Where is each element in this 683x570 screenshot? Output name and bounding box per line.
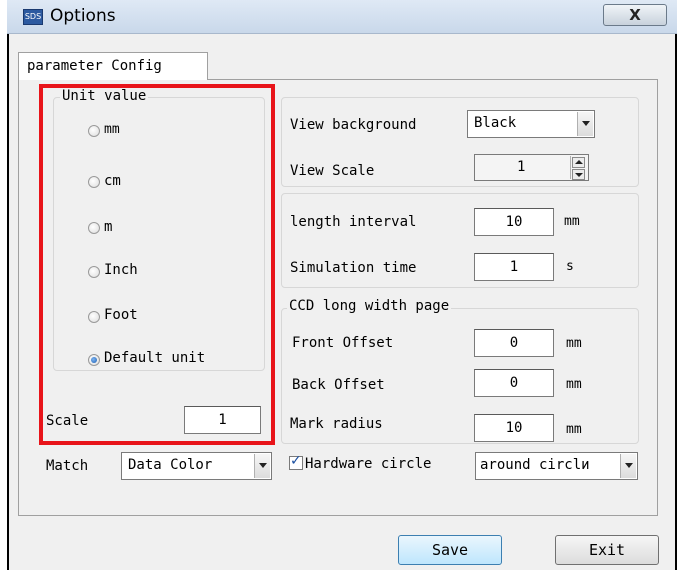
- mark-radius-input[interactable]: 10: [474, 414, 554, 442]
- view-scale-spinner[interactable]: 1: [474, 154, 589, 181]
- chevron-down-icon[interactable]: [620, 454, 636, 478]
- match-select[interactable]: Data Color: [121, 452, 272, 480]
- front-offset-unit: mm: [566, 336, 582, 351]
- chevron-down-icon[interactable]: [577, 112, 593, 136]
- hardware-circle-value: around circlи: [480, 457, 590, 473]
- back-offset-unit: mm: [566, 377, 582, 392]
- spinner-buttons: [570, 156, 587, 180]
- length-interval-unit: mm: [564, 214, 580, 229]
- front-offset-input[interactable]: 0: [474, 329, 554, 357]
- ccd-legend: CCD long width page: [287, 298, 452, 314]
- simulation-time-unit: s: [566, 259, 574, 274]
- match-select-value: Data Color: [128, 457, 213, 473]
- simulation-time-label: Simulation time: [290, 260, 417, 276]
- spin-down-icon[interactable]: [572, 169, 585, 180]
- length-interval-label: length interval: [290, 214, 417, 230]
- match-label: Match: [46, 458, 89, 474]
- view-background-label: View background: [290, 117, 417, 133]
- front-offset-label: Front Offset: [292, 335, 394, 351]
- view-background-select[interactable]: Black: [467, 110, 595, 138]
- mark-radius-label: Mark radius: [290, 416, 383, 432]
- spin-up-icon[interactable]: [572, 157, 585, 168]
- chevron-down-icon[interactable]: [254, 454, 270, 478]
- window-title: Options: [50, 6, 116, 26]
- save-button[interactable]: Save: [398, 535, 502, 565]
- length-interval-input[interactable]: 10: [474, 208, 554, 236]
- hardware-circle-label: Hardware circle: [305, 456, 432, 472]
- back-offset-input[interactable]: 0: [474, 369, 554, 397]
- mark-radius-unit: mm: [566, 422, 582, 437]
- hardware-circle-select[interactable]: around circlи: [475, 452, 638, 480]
- back-offset-label: Back Offset: [292, 377, 385, 393]
- tab-label: parameter Config: [27, 58, 162, 74]
- close-button[interactable]: X: [603, 4, 667, 26]
- app-icon: SDS: [23, 9, 43, 25]
- exit-button[interactable]: Exit: [555, 535, 659, 565]
- view-scale-value: 1: [517, 159, 526, 175]
- hardware-circle-checkbox[interactable]: [289, 453, 303, 470]
- view-scale-label: View Scale: [290, 163, 375, 179]
- title-bar: SDS Options X: [7, 0, 677, 34]
- view-background-value: Black: [474, 115, 517, 131]
- tab-parameter-config[interactable]: parameter Config: [18, 52, 208, 80]
- simulation-time-input[interactable]: 1: [474, 253, 554, 281]
- unit-highlight-box: [39, 84, 275, 445]
